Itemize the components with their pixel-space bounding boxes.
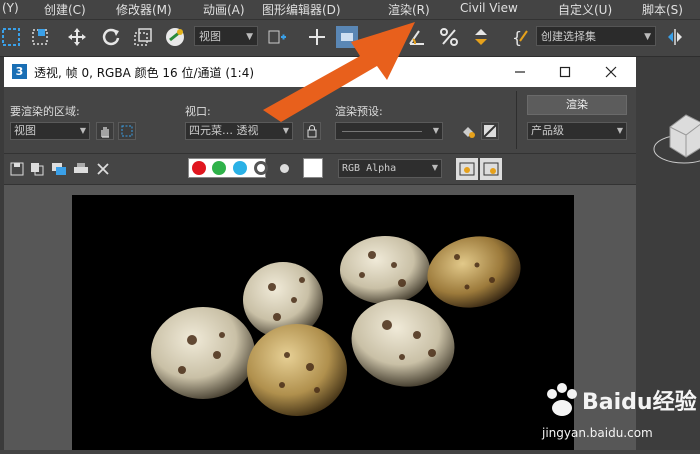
environment-icon xyxy=(483,124,497,138)
menu-item-rendering[interactable]: 渲染(R) xyxy=(388,1,430,18)
display-channel-select[interactable]: RGB Alpha ▼ xyxy=(338,159,442,178)
spinner-snap-icon[interactable] xyxy=(470,26,492,48)
minimize-button[interactable] xyxy=(508,62,532,82)
select-region-icon[interactable] xyxy=(0,26,22,48)
green-channel-toggle[interactable] xyxy=(212,161,226,175)
annotation-arrow-icon xyxy=(263,22,415,122)
area-to-render-label: 要渲染的区域: xyxy=(10,105,80,118)
render-window-title: 透视, 帧 0, RGBA 颜色 16 位/通道 (1:4) xyxy=(34,66,255,80)
viewport-label: 视口: xyxy=(185,105,211,118)
minimize-icon xyxy=(515,71,525,73)
swatch-color[interactable] xyxy=(303,158,323,178)
close-icon xyxy=(605,66,617,78)
chevron-down-icon: ▼ xyxy=(79,126,86,135)
environment-effects-button[interactable] xyxy=(481,122,499,140)
paw-logo-icon xyxy=(547,383,577,416)
chevron-down-icon: ▼ xyxy=(246,32,253,42)
menu-item-y[interactable]: (Y) xyxy=(2,1,19,15)
menu-bar: (Y) 创建(C) 修改器(M) 动画(A) 图形编辑器(D) 渲染(R) Ci… xyxy=(0,0,700,20)
print-icon[interactable] xyxy=(70,158,92,180)
egg-middle-right xyxy=(351,299,455,387)
rotate-icon[interactable] xyxy=(100,26,122,48)
preset-placeholder-line xyxy=(342,131,422,132)
red-channel-toggle[interactable] xyxy=(192,161,206,175)
toggle-ui-icon[interactable] xyxy=(456,158,478,180)
maximize-button[interactable] xyxy=(553,62,577,82)
named-selection-combo[interactable]: 创建选择集 ▼ xyxy=(536,26,656,46)
svg-text:{: { xyxy=(512,28,522,47)
alpha-channel-toggle[interactable] xyxy=(254,161,268,175)
egg-top-center xyxy=(340,236,430,304)
watermark-brand: Baidu经验 xyxy=(582,390,697,415)
move-icon[interactable] xyxy=(66,26,88,48)
rendered-image xyxy=(72,195,574,450)
menu-item-animation[interactable]: 动画(A) xyxy=(203,1,245,18)
chevron-down-icon: ▼ xyxy=(644,32,651,42)
frame-buffer-toolbar: RGB Alpha ▼ xyxy=(4,154,636,185)
reference-coord-combo[interactable]: 视图 ▼ xyxy=(194,26,258,46)
chevron-down-icon: ▼ xyxy=(431,163,438,172)
window-crossing-icon[interactable] xyxy=(30,26,52,48)
menu-item-scripting[interactable]: 脚本(S) xyxy=(642,1,683,18)
egg-top-right xyxy=(427,236,521,308)
menu-item-graph-editors[interactable]: 图形编辑器(D) xyxy=(262,1,341,18)
close-button[interactable] xyxy=(599,62,623,82)
clone-frame-buffer-icon[interactable] xyxy=(48,158,70,180)
maximize-icon xyxy=(559,66,571,78)
chevron-down-icon: ▼ xyxy=(432,126,439,135)
copy-image-icon[interactable] xyxy=(26,158,48,180)
auto-region-button[interactable] xyxy=(118,122,136,140)
menu-item-create[interactable]: 创建(C) xyxy=(44,1,86,18)
monochrome-toggle[interactable] xyxy=(280,164,289,173)
blue-channel-toggle[interactable] xyxy=(233,161,247,175)
scale-icon[interactable] xyxy=(132,26,154,48)
hand-icon xyxy=(101,127,109,138)
quail-eggs-render xyxy=(151,236,521,416)
edit-named-selection-icon[interactable]: { xyxy=(510,26,532,48)
render-quality-select[interactable]: 产品级 ▼ xyxy=(527,122,627,140)
render-setup-button[interactable] xyxy=(459,122,477,140)
percent-snap-icon[interactable] xyxy=(438,26,460,48)
app-logo: 3 xyxy=(12,64,27,79)
divider xyxy=(516,91,517,149)
egg-bottom-left xyxy=(151,307,255,399)
menu-item-customize[interactable]: 自定义(U) xyxy=(558,1,612,18)
watermark-url: jingyan.baidu.com xyxy=(542,426,653,440)
render-button[interactable]: 渲染 xyxy=(527,95,627,115)
mirror-icon[interactable] xyxy=(664,26,686,48)
egg-bottom-center xyxy=(247,324,347,416)
save-image-icon[interactable] xyxy=(6,158,28,180)
clear-icon[interactable] xyxy=(92,158,114,180)
region-select-icon xyxy=(121,125,133,137)
toggle-overlay-icon[interactable] xyxy=(480,158,502,180)
chevron-down-icon: ▼ xyxy=(616,126,623,135)
menu-item-civil-view[interactable]: Civil View xyxy=(460,1,518,15)
place-icon[interactable] xyxy=(164,26,186,48)
area-to-render-select[interactable]: 视图 ▼ xyxy=(10,122,90,140)
watermark: Baidu经验 jingyan.baidu.com xyxy=(538,378,698,448)
edit-region-button[interactable] xyxy=(96,122,114,140)
menu-item-modifiers[interactable]: 修改器(M) xyxy=(116,1,172,18)
teapot-gear-icon xyxy=(463,127,475,138)
